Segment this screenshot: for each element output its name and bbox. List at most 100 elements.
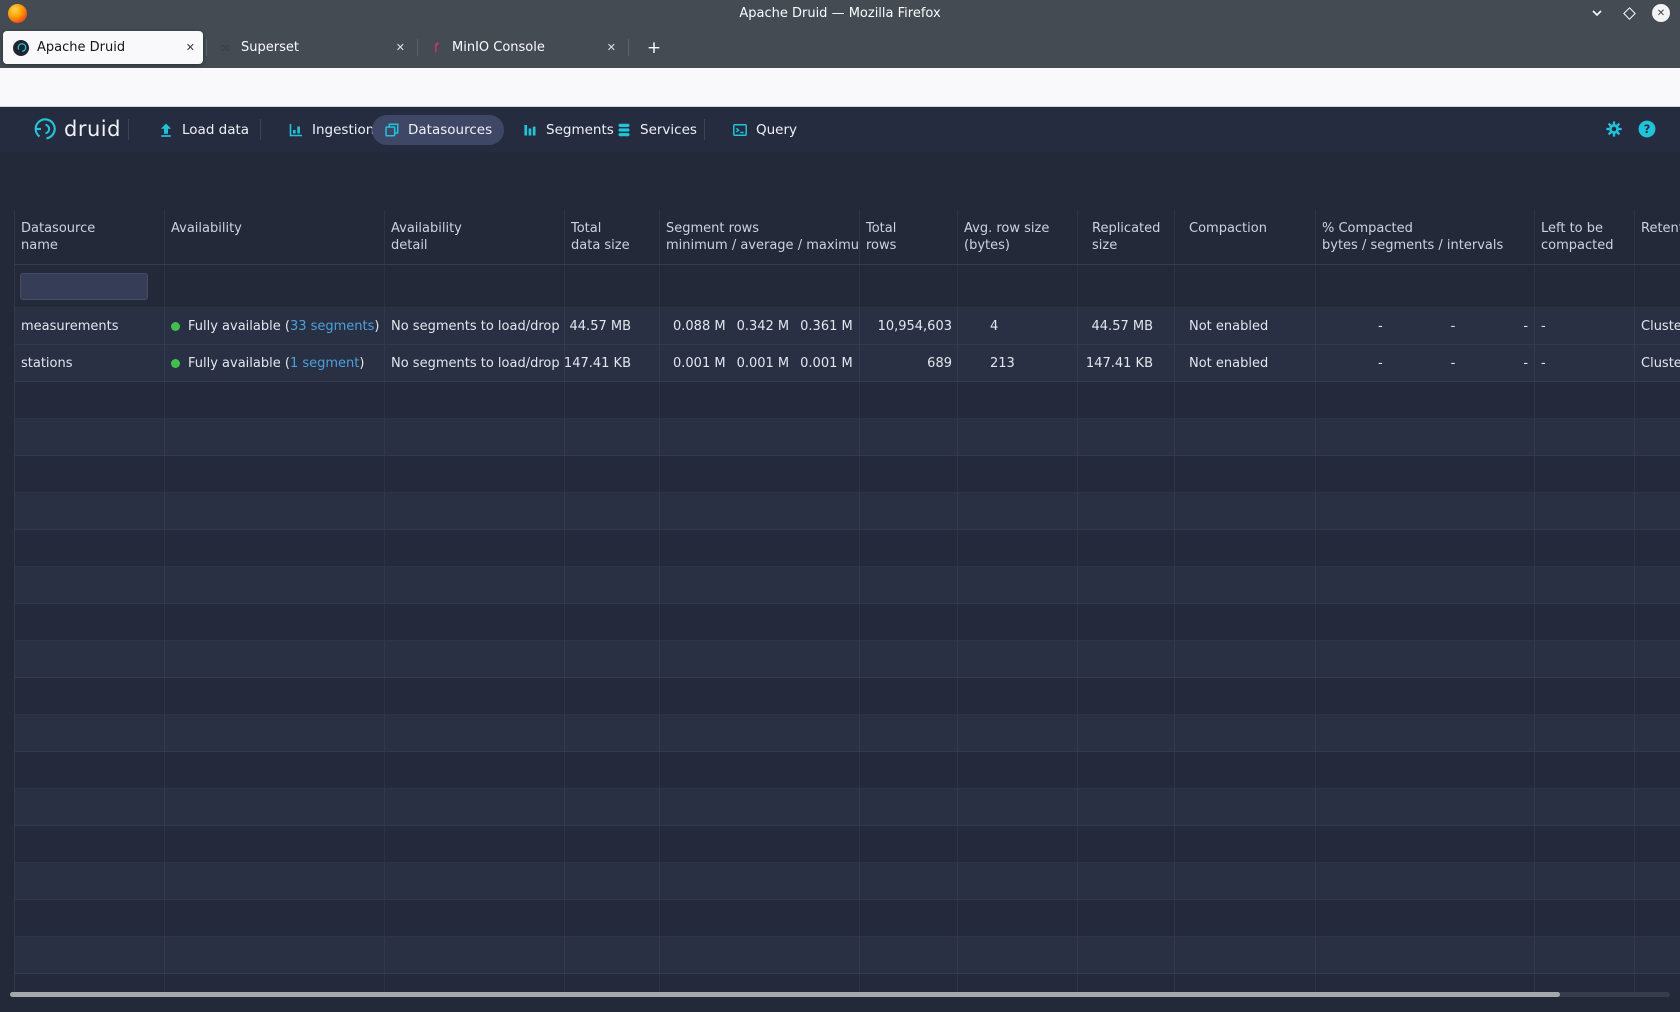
table-body: measurements Fully available (33 segments… <box>15 308 1680 992</box>
table-cell-empty <box>1078 900 1175 936</box>
nav-item-label: Query <box>756 122 797 138</box>
cell-total-rows: 689 <box>860 345 958 381</box>
column-header-datasource-name[interactable]: Datasourcename <box>15 210 165 264</box>
window-minimize-button[interactable] <box>1588 4 1606 22</box>
table-cell-empty <box>165 974 385 992</box>
table-cell-empty <box>165 900 385 936</box>
nav-item-label: Services <box>640 122 697 138</box>
table-cell-empty <box>860 974 958 992</box>
console-icon <box>732 122 748 138</box>
filter-cell-retention <box>1635 265 1680 307</box>
table-cell-empty <box>15 715 165 751</box>
column-header-compaction[interactable]: Compaction <box>1175 210 1316 264</box>
window-close-button[interactable]: ✕ <box>1652 4 1670 22</box>
table-row-stations[interactable]: stationsFully available (1 segment)No se… <box>15 345 1680 382</box>
table-cell-empty <box>15 900 165 936</box>
table-cell-empty <box>1635 604 1680 640</box>
table-cell-empty <box>660 789 860 825</box>
column-header-line1: Availability <box>391 220 560 237</box>
column-header-segment-rows[interactable]: Segment rowsminimum / average / maximum <box>660 210 860 264</box>
column-header-avg-row-size[interactable]: Avg. row size(bytes) <box>958 210 1078 264</box>
datasources-view: Datasources Refresh ▾ ●●● Show unused Sh… <box>0 152 1680 1012</box>
help-button[interactable]: ? <box>1638 120 1656 142</box>
datasource-filter-input[interactable] <box>20 273 148 300</box>
nav-item-ingestion[interactable]: Ingestion <box>276 115 386 145</box>
table-cell-empty <box>958 382 1078 418</box>
column-header-left-to-be-compacted[interactable]: Left to becompacted <box>1535 210 1635 264</box>
table-cell-empty <box>1316 493 1535 529</box>
column-header-line2: (bytes) <box>964 237 1073 254</box>
tab-close-icon[interactable]: ✕ <box>607 41 616 54</box>
pct-compacted-value: - <box>1461 319 1534 334</box>
table-row-measurements[interactable]: measurements Fully available (33 segments… <box>15 308 1680 345</box>
table-cell-empty <box>958 937 1078 973</box>
table-cell-empty <box>958 641 1078 677</box>
table-cell-empty <box>1635 382 1680 418</box>
nav-item-load-data[interactable]: Load data <box>146 115 261 145</box>
druid-logo[interactable]: druid <box>32 116 121 142</box>
table-cell-empty <box>660 567 860 603</box>
column-header-availability[interactable]: Availability <box>165 210 385 264</box>
availability-text: Fully available ( <box>188 319 290 334</box>
table-cell-empty <box>660 826 860 862</box>
datasources-table: DatasourcenameAvailabilityAvailabilityde… <box>0 210 1680 992</box>
table-cell-empty <box>565 678 660 714</box>
table-cell-empty <box>1316 900 1535 936</box>
nav-item-services[interactable]: Services <box>604 115 709 145</box>
tab-apache-druid[interactable]: Apache Druid ✕ <box>3 31 203 64</box>
tab-close-icon[interactable]: ✕ <box>186 41 195 54</box>
nav-item-label: Load data <box>182 122 249 138</box>
table-cell-empty <box>385 789 565 825</box>
table-row-empty <box>15 789 1680 826</box>
maximize-icon <box>1623 7 1636 20</box>
column-header-pct-compacted[interactable]: % Compactedbytes / segments / intervals <box>1316 210 1535 264</box>
table-cell-empty <box>165 604 385 640</box>
help-icon: ? <box>1638 120 1656 138</box>
window-maximize-button[interactable] <box>1620 4 1638 22</box>
nav-item-datasources[interactable]: Datasources <box>372 115 504 145</box>
cell-compaction: Not enabled <box>1175 345 1316 381</box>
table-cell-empty <box>1078 382 1175 418</box>
table-cell-empty <box>1535 974 1635 992</box>
table-cell-empty <box>1078 530 1175 566</box>
column-header-line1: Compaction <box>1189 220 1311 237</box>
segments-link[interactable]: 33 segments <box>290 319 374 334</box>
settings-button[interactable] <box>1605 120 1623 142</box>
tab-close-icon[interactable]: ✕ <box>396 41 405 54</box>
close-icon: ✕ <box>1657 8 1665 19</box>
scrollbar-thumb[interactable] <box>10 992 1560 997</box>
filter-cell-datasource-name <box>15 265 165 307</box>
column-header-total-rows[interactable]: Totalrows <box>860 210 958 264</box>
cell-availability: Fully available (1 segment) <box>165 345 385 381</box>
horizontal-scrollbar[interactable] <box>10 992 1670 997</box>
filter-cell-left-to-be-compacted <box>1535 265 1635 307</box>
column-header-total-data-size[interactable]: Totaldata size <box>565 210 660 264</box>
table-cell-empty <box>565 937 660 973</box>
column-header-availability-detail[interactable]: Availabilitydetail <box>385 210 565 264</box>
column-header-retention[interactable]: Retention <box>1635 210 1680 264</box>
tab-minio-console[interactable]: MinIO Console ✕ <box>418 31 624 64</box>
table-cell-empty <box>385 382 565 418</box>
table-cell-empty <box>1535 937 1635 973</box>
table-cell-empty <box>15 937 165 973</box>
new-tab-button[interactable]: + <box>641 35 667 61</box>
table-row-empty <box>15 937 1680 974</box>
column-header-replicated-size[interactable]: Replicatedsize <box>1078 210 1175 264</box>
table-cell-empty <box>1316 530 1535 566</box>
table-cell-empty <box>15 974 165 992</box>
pct-compacted-value: - <box>1316 319 1389 334</box>
table-cell-empty <box>15 678 165 714</box>
table-cell-empty <box>1635 493 1680 529</box>
nav-divider <box>704 119 705 140</box>
tab-superset[interactable]: ∞ Superset ✕ <box>207 31 413 64</box>
table-cell-empty <box>1535 382 1635 418</box>
table-cell-empty <box>860 826 958 862</box>
segment-rows-value: 0.001 M <box>800 356 853 371</box>
cell-left-to-be-compacted: - <box>1535 308 1635 344</box>
filter-cell-total-data-size <box>565 265 660 307</box>
table-cell-empty <box>1316 678 1535 714</box>
bars-icon <box>522 122 538 138</box>
cell-datasource-name: measurements <box>15 308 165 344</box>
segments-link[interactable]: 1 segment <box>290 356 359 371</box>
nav-item-query[interactable]: Query <box>720 115 809 145</box>
